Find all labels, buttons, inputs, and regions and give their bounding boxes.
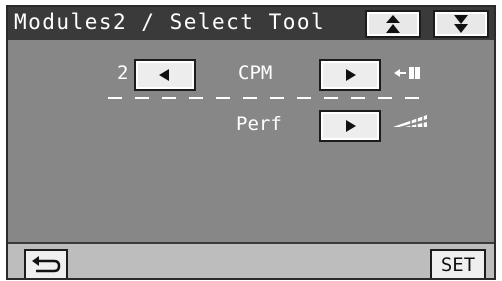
arrow-left-icon	[159, 69, 169, 81]
row-divider	[108, 97, 423, 99]
page-title: Modules2 / Select Tool	[14, 10, 326, 34]
cpm-decrease-button[interactable]	[134, 59, 196, 91]
tool-select-screen: Modules2 / Select Tool 2 CPM Perf SET	[6, 5, 496, 280]
return-icon	[32, 256, 61, 273]
title-bar: Modules2 / Select Tool	[8, 7, 494, 40]
scroll-up-button[interactable]	[365, 10, 421, 38]
cpm-count-value: 2	[117, 62, 129, 84]
set-button[interactable]: SET	[430, 249, 486, 278]
scroll-up-icon	[386, 15, 400, 33]
perf-tool-icon	[393, 115, 427, 129]
arrow-right-icon	[346, 120, 356, 132]
scroll-down-button[interactable]	[433, 10, 489, 38]
scroll-down-icon	[454, 15, 468, 33]
cpm-tool-icon	[394, 67, 420, 79]
bottom-bar: SET	[8, 242, 494, 278]
cpm-next-button[interactable]	[319, 59, 381, 91]
perf-tool-label: Perf	[236, 113, 282, 135]
back-button[interactable]	[24, 249, 68, 278]
perf-next-button[interactable]	[319, 110, 381, 142]
arrow-right-icon	[346, 69, 356, 81]
cpm-tool-label: CPM	[238, 62, 273, 84]
